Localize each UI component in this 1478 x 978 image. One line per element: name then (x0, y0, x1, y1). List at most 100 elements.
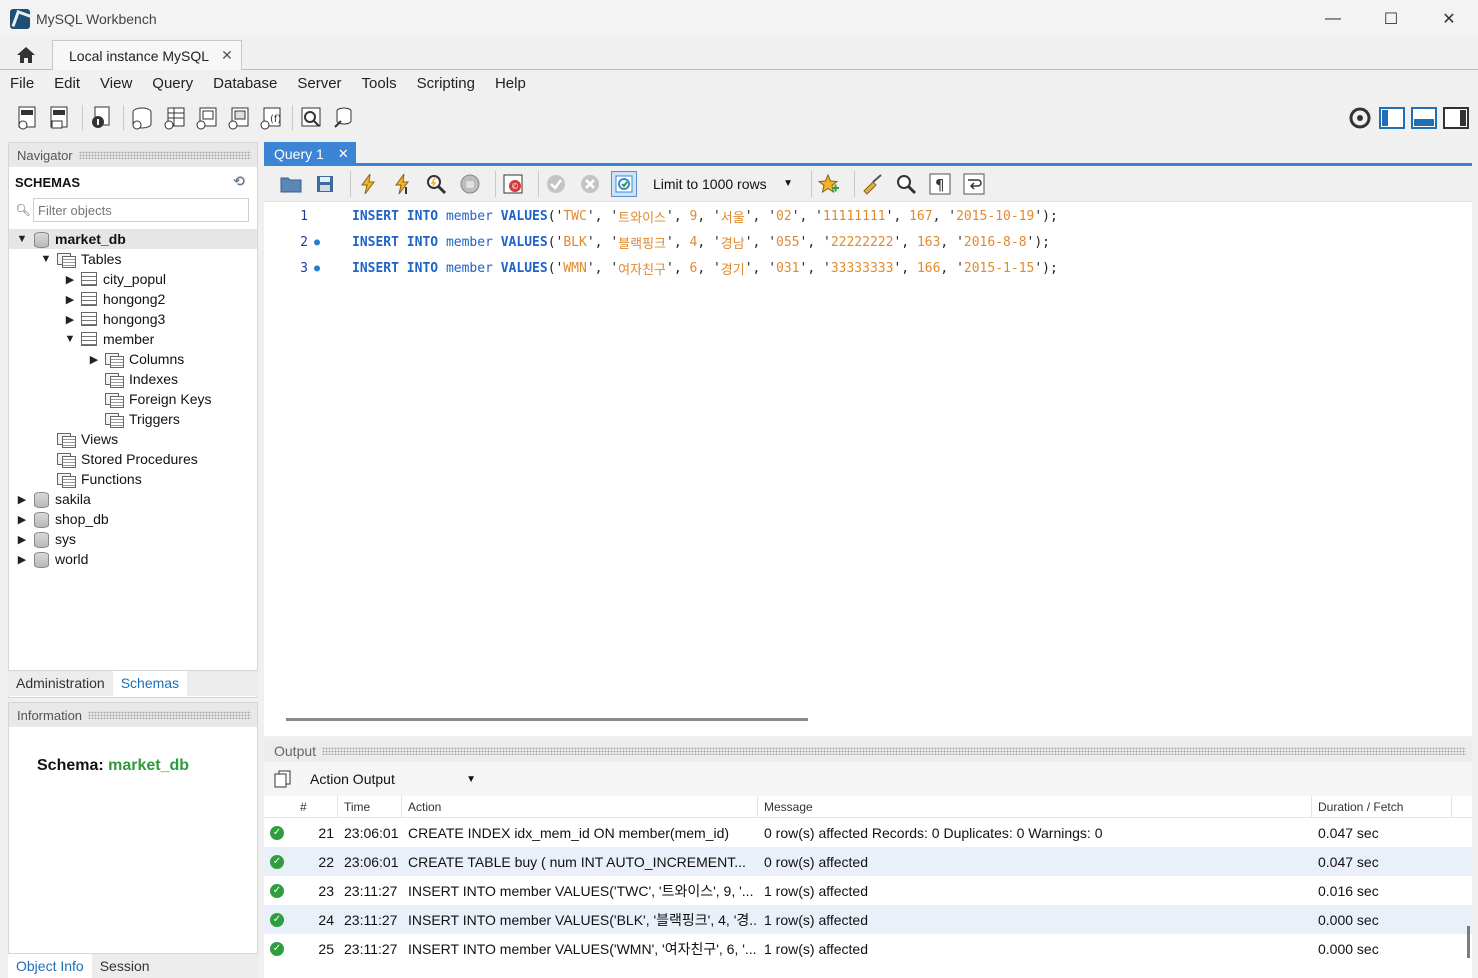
schema-market-db[interactable]: ▼ market_db (9, 229, 257, 249)
row-action: CREATE INDEX idx_mem_id ON member(mem_id… (408, 824, 730, 841)
tree-node-indexes[interactable]: Indexes (101, 369, 178, 389)
column-header-time[interactable]: Time (338, 795, 402, 818)
commit-button[interactable] (543, 171, 569, 197)
rollback-button[interactable] (577, 171, 603, 197)
close-button[interactable]: ✕ (1420, 0, 1478, 38)
home-tab[interactable] (0, 40, 52, 70)
tree-node-functions[interactable]: Functions (53, 469, 142, 489)
menu-help[interactable]: Help (485, 75, 536, 92)
expand-arrow-icon[interactable]: ▶ (15, 553, 29, 566)
tree-node-member[interactable]: ▼ member (63, 329, 155, 349)
copy-icon[interactable] (274, 770, 292, 788)
tab-schemas[interactable]: Schemas (112, 671, 188, 697)
editor-horizontal-scrollbar[interactable] (286, 718, 808, 721)
column-header-number[interactable]: # (294, 795, 338, 818)
filter-objects-input[interactable] (33, 198, 249, 222)
expand-arrow-icon[interactable]: ▶ (63, 293, 77, 306)
execute-current-button[interactable] (389, 171, 415, 197)
toggle-secondary-sidebar-button[interactable] (1442, 104, 1470, 132)
word-wrap-button[interactable] (961, 171, 987, 197)
menu-server[interactable]: Server (287, 75, 351, 92)
schema-shop-db[interactable]: ▶ shop_db (15, 509, 109, 529)
expand-arrow-icon[interactable]: ▶ (87, 353, 101, 366)
schema-sys[interactable]: ▶ sys (15, 529, 76, 549)
create-procedure-button[interactable] (224, 104, 252, 132)
tree-node-columns[interactable]: ▶ Columns (87, 349, 184, 369)
menu-query[interactable]: Query (142, 75, 203, 92)
schema-sakila[interactable]: ▶ sakila (15, 489, 91, 509)
search-table-data-button[interactable] (297, 104, 325, 132)
create-table-button[interactable] (160, 104, 188, 132)
tree-node-hongong2[interactable]: ▶ hongong2 (63, 289, 166, 309)
toggle-sidebar-button[interactable] (1378, 104, 1406, 132)
table-row[interactable]: ✓ 22 23:06:01 CREATE TABLE buy ( num INT… (264, 847, 1472, 876)
tree-node-hongong3[interactable]: ▶ hongong3 (63, 309, 166, 329)
connection-tab[interactable]: Local instance MySQL ✕ (52, 40, 242, 70)
sql-editor[interactable]: 1 INSERT INTO member VALUES (' TWC ', ' 트와이스… (264, 202, 1472, 708)
tab-administration[interactable]: Administration (8, 671, 113, 697)
menu-tools[interactable]: Tools (352, 75, 407, 92)
column-header-duration[interactable]: Duration / Fetch (1312, 795, 1452, 818)
tree-node-foreign-keys[interactable]: Foreign Keys (101, 389, 211, 409)
open-sql-script-button[interactable] (46, 104, 74, 132)
menu-edit[interactable]: Edit (44, 75, 90, 92)
open-script-button[interactable] (278, 171, 304, 197)
refresh-schemas-icon[interactable]: ⟲ (233, 173, 245, 190)
table-row[interactable]: ✓ 21 23:06:01 CREATE INDEX idx_mem_id ON… (264, 818, 1472, 847)
close-query-tab-icon[interactable]: ✕ (338, 146, 349, 162)
column-header-action[interactable]: Action (402, 795, 758, 818)
column-header-message[interactable]: Message (758, 795, 1312, 818)
expand-arrow-icon[interactable]: ▶ (15, 533, 29, 546)
collapse-arrow-icon[interactable]: ▼ (15, 233, 29, 245)
tree-node-stored-procedures[interactable]: Stored Procedures (53, 449, 198, 469)
table-row[interactable]: ✓ 23 23:11:27 INSERT INTO member VALUES(… (264, 876, 1472, 905)
table-row[interactable]: ✓ 25 23:11:27 INSERT INTO member VALUES(… (264, 934, 1472, 963)
menu-database[interactable]: Database (203, 75, 287, 92)
tree-node-tables[interactable]: ▼ Tables (39, 249, 121, 269)
collapse-arrow-icon[interactable]: ▼ (63, 333, 77, 345)
menu-view[interactable]: View (90, 75, 142, 92)
limit-rows-select[interactable]: Limit to 1000 rows ▼ (645, 172, 797, 196)
output-type-select[interactable]: Action Output ▼ (300, 767, 482, 791)
find-replace-button[interactable] (893, 171, 919, 197)
execute-all-button[interactable] (355, 171, 381, 197)
collapse-arrow-icon[interactable]: ▼ (39, 253, 53, 265)
preferences-button[interactable] (1346, 104, 1374, 132)
expand-arrow-icon[interactable]: ▶ (63, 273, 77, 286)
string-literal: 055 (776, 234, 800, 250)
create-view-button[interactable] (192, 104, 220, 132)
minimize-button[interactable]: — (1304, 0, 1362, 38)
tree-label: Tables (81, 251, 122, 267)
save-script-button[interactable] (312, 171, 338, 197)
menu-scripting[interactable]: Scripting (407, 75, 485, 92)
close-tab-icon[interactable]: ✕ (221, 47, 233, 64)
table-row[interactable]: ✓ 24 23:11:27 INSERT INTO member VALUES(… (264, 905, 1472, 934)
add-snippet-button[interactable] (816, 171, 842, 197)
new-sql-tab-button[interactable] (14, 104, 42, 132)
tab-object-info[interactable]: Object Info (8, 954, 92, 978)
schema-name: market_db (55, 231, 126, 247)
tree-node-city-popul[interactable]: ▶ city_popul (63, 269, 166, 289)
tab-query-1[interactable]: Query 1 ✕ (264, 142, 356, 166)
create-schema-button[interactable] (128, 104, 156, 132)
output-vertical-scrollbar[interactable] (1467, 926, 1470, 958)
create-function-button[interactable]: (f) (256, 104, 284, 132)
tab-session[interactable]: Session (92, 954, 158, 978)
tree-node-triggers[interactable]: Triggers (101, 409, 180, 429)
toggle-output-button[interactable] (1410, 104, 1438, 132)
reconnect-button[interactable] (329, 104, 357, 132)
menu-file[interactable]: File (0, 75, 44, 92)
beautify-button[interactable] (859, 171, 885, 197)
explain-button[interactable] (423, 171, 449, 197)
inspector-button[interactable] (87, 104, 115, 132)
expand-arrow-icon[interactable]: ▶ (15, 513, 29, 526)
autocommit-toggle-button[interactable] (611, 170, 637, 197)
toggle-error-stop-button[interactable]: © (500, 171, 526, 197)
tree-node-views[interactable]: Views (53, 429, 118, 449)
expand-arrow-icon[interactable]: ▶ (63, 313, 77, 326)
invisible-chars-button[interactable]: ¶ (927, 171, 953, 197)
maximize-button[interactable]: ☐ (1362, 0, 1420, 38)
stop-button[interactable] (457, 171, 483, 197)
schema-world[interactable]: ▶ world (15, 549, 88, 569)
expand-arrow-icon[interactable]: ▶ (15, 493, 29, 506)
